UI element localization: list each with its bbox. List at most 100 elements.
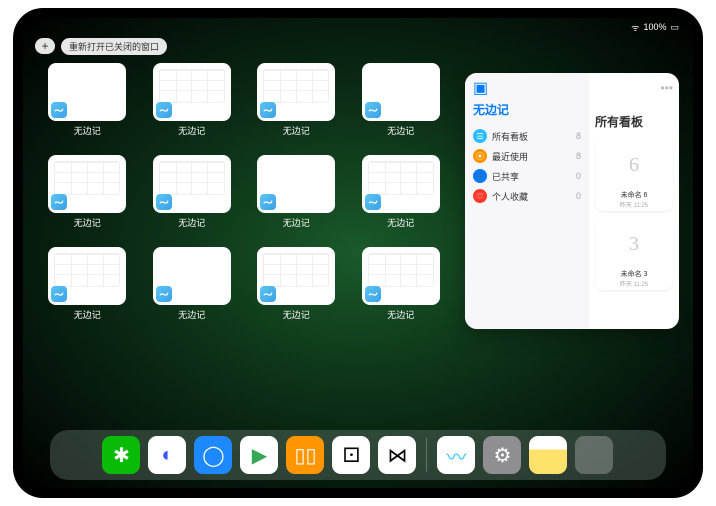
thumbnail-preview bbox=[48, 63, 126, 121]
dock: ✱◐◯▶▯▯⚀⋈ 〰⚙ bbox=[50, 430, 666, 480]
category-label: 个人收藏 bbox=[492, 190, 528, 203]
app-window-thumbnail[interactable]: 无边记 bbox=[37, 155, 138, 241]
connect-icon[interactable]: ⋈ bbox=[378, 436, 416, 474]
quark-icon[interactable]: ◐ bbox=[148, 436, 186, 474]
app-window-thumbnail[interactable]: 无边记 bbox=[37, 63, 138, 149]
category-label: 所有看板 bbox=[492, 130, 528, 143]
thumbnail-label: 无边记 bbox=[283, 216, 310, 229]
freeform-icon[interactable]: 〰 bbox=[437, 436, 475, 474]
thumbnail-preview bbox=[153, 63, 231, 121]
thumbnail-label: 无边记 bbox=[283, 308, 310, 321]
category-count: 0 bbox=[576, 191, 581, 201]
board-preview: 3 bbox=[602, 221, 666, 267]
freeform-app-icon bbox=[260, 102, 276, 118]
category-icon: ⦿ bbox=[473, 149, 487, 163]
play-icon[interactable]: ▶ bbox=[240, 436, 278, 474]
thumbnail-preview bbox=[257, 155, 335, 213]
category-label: 已共享 bbox=[492, 170, 519, 183]
freeform-app-icon bbox=[156, 194, 172, 210]
sidebar-category-item[interactable]: ⦿最近使用8 bbox=[473, 146, 581, 166]
top-controls: + 重新打开已关闭的窗口 bbox=[23, 36, 693, 57]
category-icon: ♡ bbox=[473, 189, 487, 203]
thumbnail-label: 无边记 bbox=[283, 124, 310, 137]
freeform-app-icon bbox=[51, 286, 67, 302]
board-time: 昨天 11:25 bbox=[620, 279, 648, 288]
thumbnail-label: 无边记 bbox=[74, 308, 101, 321]
panel-section-title: 所有看板 bbox=[595, 113, 673, 130]
board-name: 未命名 3 bbox=[621, 269, 648, 279]
category-count: 8 bbox=[576, 151, 581, 161]
thumbnail-label: 无边记 bbox=[178, 308, 205, 321]
thumbnail-preview bbox=[153, 155, 231, 213]
thumbnail-preview bbox=[257, 247, 335, 305]
freeform-app-icon bbox=[260, 286, 276, 302]
panel-app-title: 无边记 bbox=[473, 101, 581, 118]
app-window-thumbnail[interactable]: 无边记 bbox=[351, 247, 452, 333]
thumbnail-label: 无边记 bbox=[387, 124, 414, 137]
battery-label: 100% bbox=[643, 22, 666, 32]
thumbnail-label: 无边记 bbox=[387, 308, 414, 321]
panel-content: ••• 所有看板 6未命名 6昨天 11:253未命名 3昨天 11:25 bbox=[589, 73, 679, 329]
dock-separator bbox=[426, 438, 427, 472]
window-grid: 无边记无边记无边记无边记无边记无边记无边记无边记无边记无边记无边记无边记 bbox=[37, 63, 451, 426]
thumbnail-label: 无边记 bbox=[387, 216, 414, 229]
board-time: 昨天 11:25 bbox=[620, 200, 648, 209]
app-window-thumbnail[interactable]: 无边记 bbox=[142, 247, 243, 333]
freeform-app-icon bbox=[51, 194, 67, 210]
app-window-thumbnail[interactable]: 无边记 bbox=[246, 247, 347, 333]
wifi-icon: ᯤ bbox=[631, 21, 639, 34]
sidebar-toggle-icon[interactable]: ▣ bbox=[473, 78, 488, 98]
app-window-thumbnail[interactable]: 无边记 bbox=[246, 155, 347, 241]
thumbnail-preview bbox=[362, 155, 440, 213]
reopen-closed-window-button[interactable]: 重新打开已关闭的窗口 bbox=[61, 38, 167, 55]
freeform-app-icon bbox=[156, 286, 172, 302]
category-icon: ☰ bbox=[473, 129, 487, 143]
sidebar-category-item[interactable]: 👤 已共享 0 bbox=[473, 166, 581, 186]
notes-icon[interactable] bbox=[529, 436, 567, 474]
category-icon: 👤 bbox=[473, 169, 487, 183]
board-item[interactable]: 3 未命名 3昨天 11:25 bbox=[595, 217, 673, 290]
freeform-app-icon bbox=[51, 102, 67, 118]
thumbnail-preview bbox=[362, 63, 440, 121]
app-library-stack[interactable] bbox=[575, 436, 613, 474]
freeform-app-icon bbox=[365, 194, 381, 210]
category-count: 8 bbox=[576, 131, 581, 141]
app-window-thumbnail[interactable]: 无边记 bbox=[37, 247, 138, 333]
dice-icon[interactable]: ⚀ bbox=[332, 436, 370, 474]
wechat-icon[interactable]: ✱ bbox=[102, 436, 140, 474]
qqbrowser-icon[interactable]: ◯ bbox=[194, 436, 232, 474]
category-count: 0 bbox=[576, 171, 581, 181]
thumbnail-label: 无边记 bbox=[178, 124, 205, 137]
panel-sidebar: ▣ 无边记 ☰所有看板8⦿最近使用8👤已共享0♡个人收藏0 bbox=[465, 73, 589, 329]
sidebar-category-item[interactable]: ☰ 所有看板 8 bbox=[473, 126, 581, 146]
thumbnail-preview bbox=[48, 155, 126, 213]
thumbnail-label: 无边记 bbox=[178, 216, 205, 229]
thumbnail-label: 无边记 bbox=[74, 124, 101, 137]
freeform-app-panel[interactable]: ▣ 无边记 ☰所有看板8⦿最近使用8👤已共享0♡个人收藏0 ••• 所有看板 6… bbox=[465, 73, 679, 329]
freeform-app-icon bbox=[365, 102, 381, 118]
board-item[interactable]: 6 未命名 6昨天 11:25 bbox=[595, 138, 673, 211]
freeform-app-icon bbox=[156, 102, 172, 118]
status-bar: ᯤ 100% ▭ bbox=[23, 18, 693, 36]
new-window-button[interactable]: + bbox=[35, 38, 55, 54]
freeform-app-icon bbox=[365, 286, 381, 302]
board-name: 未命名 6 bbox=[621, 190, 648, 200]
thumbnail-preview bbox=[257, 63, 335, 121]
battery-icon: ▭ bbox=[670, 22, 679, 33]
screen: ᯤ 100% ▭ + 重新打开已关闭的窗口 无边记无边记无边记无边记无边记无边记… bbox=[23, 18, 693, 488]
app-window-thumbnail[interactable]: 无边记 bbox=[246, 63, 347, 149]
thumbnail-preview bbox=[362, 247, 440, 305]
app-window-thumbnail[interactable]: 无边记 bbox=[142, 155, 243, 241]
sidebar-category-item[interactable]: ♡ 个人收藏 0 bbox=[473, 186, 581, 206]
settings-icon[interactable]: ⚙ bbox=[483, 436, 521, 474]
freeform-app-icon bbox=[260, 194, 276, 210]
app-window-thumbnail[interactable]: 无边记 bbox=[351, 63, 452, 149]
app-window-thumbnail[interactable]: 无边记 bbox=[142, 63, 243, 149]
panel-more-button[interactable]: ••• bbox=[595, 81, 673, 95]
main-area: 无边记无边记无边记无边记无边记无边记无边记无边记无边记无边记无边记无边记 ▣ 无… bbox=[23, 57, 693, 426]
ipad-device-frame: ᯤ 100% ▭ + 重新打开已关闭的窗口 无边记无边记无边记无边记无边记无边记… bbox=[13, 8, 703, 498]
books-icon[interactable]: ▯▯ bbox=[286, 436, 324, 474]
thumbnail-preview bbox=[153, 247, 231, 305]
board-preview: 6 bbox=[602, 142, 666, 188]
app-window-thumbnail[interactable]: 无边记 bbox=[351, 155, 452, 241]
